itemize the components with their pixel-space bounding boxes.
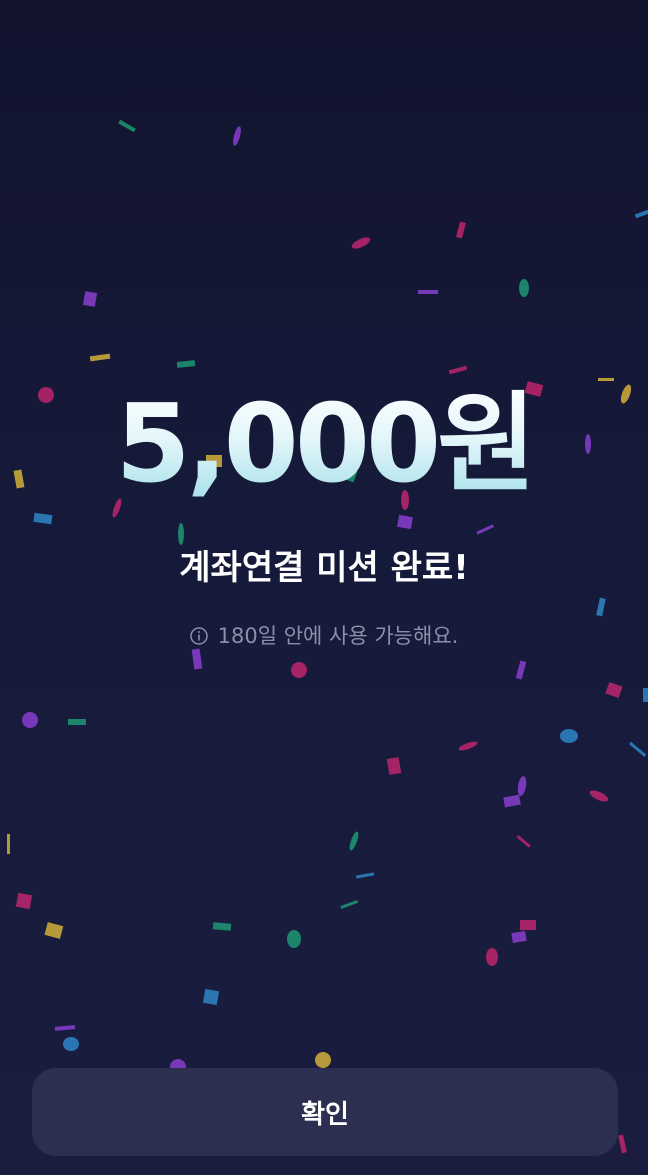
reward-amount: 5,000원 [0,380,648,510]
confetti-piece [22,712,38,728]
confetti-piece [397,514,413,530]
confetti-piece [596,597,606,617]
confetti-piece [54,1025,76,1031]
confetti-piece [44,922,64,939]
info-icon [189,627,208,645]
confetti-piece [176,360,196,368]
confetti-piece [33,512,53,525]
confetti-piece [476,524,495,535]
confetti-piece [560,729,578,743]
confetti-piece [486,948,498,966]
confetti-piece [63,1037,79,1051]
confetti-piece [15,892,33,910]
confetti-piece [643,688,648,702]
reward-screen: 5,000원 계좌연결 미션 완료! 180일 안에 사용 가능해요. 확인 [0,0,648,1175]
confetti-piece [418,290,438,294]
confetti-piece [340,899,359,909]
confetti-piece [458,741,478,751]
confetti-piece [519,279,529,297]
confetti-piece [349,831,359,851]
confetti-piece [618,1134,627,1154]
usage-notice: 180일 안에 사용 가능해요. [0,618,648,654]
confetti-piece [605,681,623,699]
confetti-piece [520,920,536,930]
confetti-piece [89,353,111,362]
confetti-piece [456,221,466,239]
confetti-piece [515,660,527,680]
confetti-piece [511,930,527,944]
mission-complete-title: 계좌연결 미션 완료! [179,548,469,588]
confetti-piece [355,872,375,879]
confetti-piece [68,719,86,725]
confetti-piece [118,119,136,133]
confetti-piece [517,776,527,796]
confetti-piece [82,291,98,307]
confetti-piece [291,662,307,678]
confetti-piece [503,794,521,808]
confetti-piece [315,1052,331,1068]
confetti-piece [287,930,301,948]
confirm-button[interactable]: 확인 [32,1068,618,1156]
confetti-piece [589,790,609,802]
confetti-piece [634,209,648,219]
usage-notice-text: 180일 안에 사용 가능해요. [217,624,459,648]
confetti-piece [448,365,468,375]
confetti-piece [233,126,241,146]
confetti-piece [212,922,232,931]
confetti-piece [7,834,10,854]
confirm-button-label: 확인 [301,1099,349,1130]
confetti-piece [386,757,402,775]
confetti-piece [202,988,220,1006]
confetti-piece [178,523,184,545]
confetti-piece [516,835,531,848]
confetti-piece [629,741,647,757]
confetti-piece [351,237,371,249]
